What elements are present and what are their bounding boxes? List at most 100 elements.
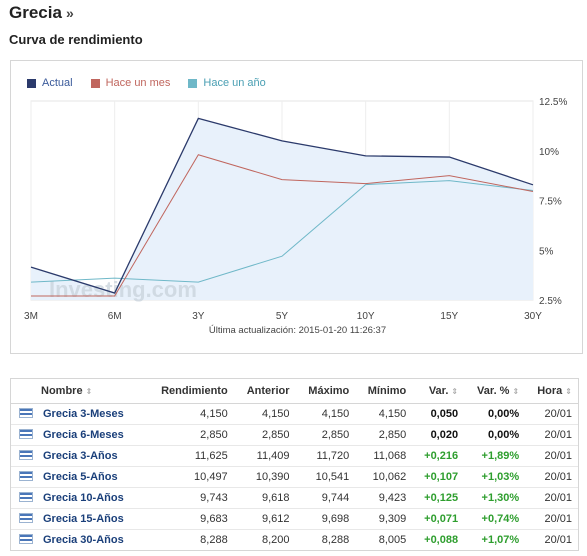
x-tick-label: 3Y	[192, 311, 205, 322]
table-row: Grecia 6-Meses 2,850 2,850 2,850 2,850 0…	[11, 424, 578, 446]
legend-label-mes: Hace un mes	[105, 77, 171, 89]
cell-chg-pct: 0,00%	[464, 424, 526, 446]
cell-max: 9,698	[295, 508, 356, 530]
sort-icon[interactable]: ⇕	[512, 387, 519, 396]
table-row: Grecia 10-Años 9,743 9,618 9,744 9,423 +…	[11, 487, 578, 509]
sort-icon[interactable]: ⇕	[86, 387, 93, 396]
cell-prev: 4,150	[233, 403, 296, 425]
col-header-chg-pct[interactable]: Var. % ⇕	[464, 379, 526, 404]
cell-time: 20/01	[525, 466, 578, 488]
bonds-table: Nombre ⇕ Rendimiento Anterior Máximo Míni…	[10, 378, 579, 551]
cell-chg-pct: +1,03%	[464, 466, 526, 488]
col-header-yield[interactable]: Rendimiento	[144, 379, 234, 404]
cell-min: 9,423	[355, 487, 413, 509]
legend-swatch-mes	[90, 78, 100, 88]
x-tick-label: 10Y	[357, 311, 375, 322]
col-header-chg[interactable]: Var. ⇕	[412, 379, 465, 404]
cell-max: 11,720	[295, 445, 356, 467]
section-title: Curva de rendimiento	[9, 32, 143, 47]
chevron-right-icon: »	[65, 5, 74, 21]
cell-prev: 10,390	[233, 466, 296, 488]
cell-max: 9,744	[295, 487, 356, 509]
cell-min: 2,850	[355, 424, 413, 446]
bond-link[interactable]: Grecia 30-Años	[43, 534, 124, 546]
cell-prev: 2,850	[233, 424, 296, 446]
y-tick-label: 12.5%	[539, 97, 567, 108]
legend-item-ano[interactable]: Hace un año	[188, 77, 266, 89]
y-tick-label: 5%	[539, 246, 554, 257]
sort-icon[interactable]: ⇕	[565, 387, 572, 396]
cell-prev: 8,200	[261, 533, 290, 546]
bond-link[interactable]: Grecia 3-Meses	[43, 408, 124, 420]
cell-chg: +0,088	[424, 533, 459, 546]
cell-chg: +0,216	[412, 445, 465, 467]
cell-yield: 11,625	[144, 445, 234, 467]
page-title-text[interactable]: Grecia	[9, 3, 62, 22]
table-header-row: Nombre ⇕ Rendimiento Anterior Máximo Míni…	[11, 379, 578, 404]
cell-chg-pct: +0,74%	[464, 508, 526, 530]
col-header-max[interactable]: Máximo	[295, 379, 356, 404]
legend-swatch-ano	[188, 78, 198, 88]
cell-yield: 2,850	[144, 424, 234, 446]
bond-link[interactable]: Grecia 6-Meses	[43, 429, 124, 441]
cell-max: 2,850	[295, 424, 356, 446]
x-tick-label: 30Y	[524, 311, 542, 322]
table-row: Grecia 30-Años 8,288 8,200 8,288 8,005 +…	[11, 529, 578, 550]
chart-legend: Actual Hace un mes Hace un año	[27, 77, 266, 89]
table-row: Grecia 15-Años 9,683 9,612 9,698 9,309 +…	[11, 508, 578, 530]
last-updated: Última actualización: 2015-01-20 11:26:3…	[208, 325, 387, 336]
col-header-time[interactable]: Hora ⇕	[525, 379, 578, 404]
col-header-name[interactable]: Nombre ⇕	[11, 379, 145, 404]
cell-time: 20/01	[525, 445, 578, 467]
bond-link[interactable]: Grecia 10-Años	[43, 492, 124, 504]
col-header-min[interactable]: Mínimo	[355, 379, 413, 404]
cell-time: 20/01	[525, 508, 578, 530]
y-tick-label: 10%	[539, 147, 559, 158]
cell-yield: 10,497	[144, 466, 234, 488]
cell-chg: 0,020	[412, 424, 465, 446]
legend-item-mes[interactable]: Hace un mes	[90, 77, 171, 89]
greece-flag-icon	[19, 428, 33, 439]
cell-yield: 4,150	[144, 403, 234, 425]
cell-time: 20/01	[525, 403, 578, 425]
cell-min: 8,005	[378, 533, 407, 546]
cell-max: 8,288	[321, 533, 350, 546]
yield-curve-chart: Investing.com 3M 6M 3Y 5Y 10Y 15Y 30Y 12.5% 10% 7.…	[10, 60, 583, 354]
cell-time: 20/01	[544, 533, 572, 546]
cell-min: 4,150	[355, 403, 413, 425]
cell-yield: 9,743	[144, 487, 234, 509]
cell-yield: 8,288	[200, 533, 228, 546]
table-row: Grecia 5-Años 10,497 10,390 10,541 10,06…	[11, 466, 578, 488]
table-row: Grecia 3-Meses 4,150 4,150 4,150 4,150 0…	[11, 403, 578, 425]
y-tick-label: 2.5%	[539, 296, 562, 307]
cell-max: 4,150	[295, 403, 356, 425]
page-title[interactable]: Grecia»	[9, 3, 74, 23]
bond-link[interactable]: Grecia 3-Años	[43, 450, 118, 462]
cell-chg: 0,050	[412, 403, 465, 425]
y-tick-label: 7.5%	[539, 197, 562, 208]
legend-swatch-actual	[27, 78, 36, 88]
cell-prev: 11,409	[233, 445, 296, 467]
bond-link[interactable]: Grecia 5-Años	[43, 471, 118, 483]
greece-flag-icon	[19, 533, 33, 544]
cell-prev: 9,618	[233, 487, 296, 509]
greece-flag-icon	[19, 512, 33, 523]
sort-icon[interactable]: ⇕	[451, 387, 458, 396]
col-header-prev[interactable]: Anterior	[233, 379, 296, 404]
greece-flag-icon	[19, 407, 33, 418]
greece-flag-icon	[19, 449, 33, 460]
cell-chg-pct: +1,07%	[481, 533, 520, 546]
legend-label-ano: Hace un año	[203, 77, 266, 89]
greece-flag-icon	[19, 470, 33, 481]
cell-chg-pct: +1,89%	[464, 445, 526, 467]
legend-item-actual[interactable]: Actual	[27, 77, 73, 89]
cell-min: 10,062	[355, 466, 413, 488]
cell-min: 9,309	[355, 508, 413, 530]
bond-link[interactable]: Grecia 15-Años	[43, 513, 124, 525]
cell-chg: +0,071	[412, 508, 465, 530]
x-tick-label: 6M	[108, 311, 122, 322]
cell-time: 20/01	[525, 424, 578, 446]
cell-chg: +0,107	[412, 466, 465, 488]
legend-label-actual: Actual	[42, 77, 73, 89]
cell-chg-pct: +1,30%	[464, 487, 526, 509]
